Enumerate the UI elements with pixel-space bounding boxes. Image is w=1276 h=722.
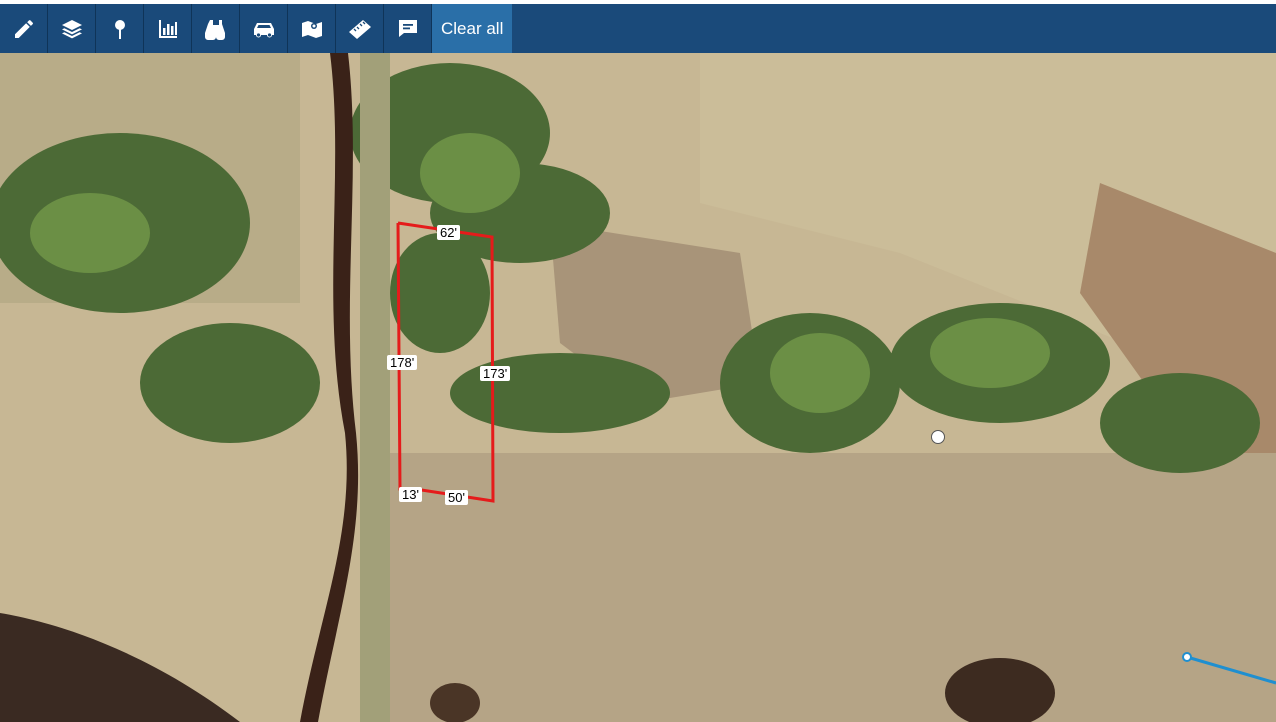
draw-button[interactable]	[0, 4, 48, 53]
map-icon	[301, 20, 322, 38]
layers-icon	[61, 19, 82, 38]
ruler-icon	[348, 19, 371, 39]
chart-button[interactable]	[144, 4, 192, 53]
car-button[interactable]	[240, 4, 288, 53]
car-icon	[253, 22, 274, 37]
measure-label-top: 62'	[437, 225, 460, 240]
binoculars-button[interactable]	[192, 4, 240, 53]
clear-all-button[interactable]: Clear all	[432, 4, 513, 53]
ruler-button[interactable]	[336, 4, 384, 53]
comment-button[interactable]	[384, 4, 432, 53]
map-marker[interactable]	[931, 430, 945, 444]
pin-icon	[114, 19, 125, 39]
map-button[interactable]	[288, 4, 336, 53]
binoculars-icon	[204, 19, 225, 40]
pin-button[interactable]	[96, 4, 144, 53]
measure-label-left: 178'	[387, 355, 418, 370]
measure-label-bottom-left: 13'	[399, 487, 422, 502]
measure-label-right: 173'	[480, 366, 511, 381]
chart-icon	[158, 19, 177, 38]
route-vertex[interactable]	[1182, 652, 1192, 662]
map-toolbar: Clear all	[0, 4, 1276, 53]
satellite-imagery	[0, 53, 1276, 722]
measure-label-bottom: 50'	[445, 490, 468, 505]
comment-icon	[398, 19, 417, 37]
pencil-icon	[14, 19, 33, 38]
satellite-map[interactable]: 62' 178' 173' 13' 50'	[0, 53, 1276, 722]
layers-button[interactable]	[48, 4, 96, 53]
